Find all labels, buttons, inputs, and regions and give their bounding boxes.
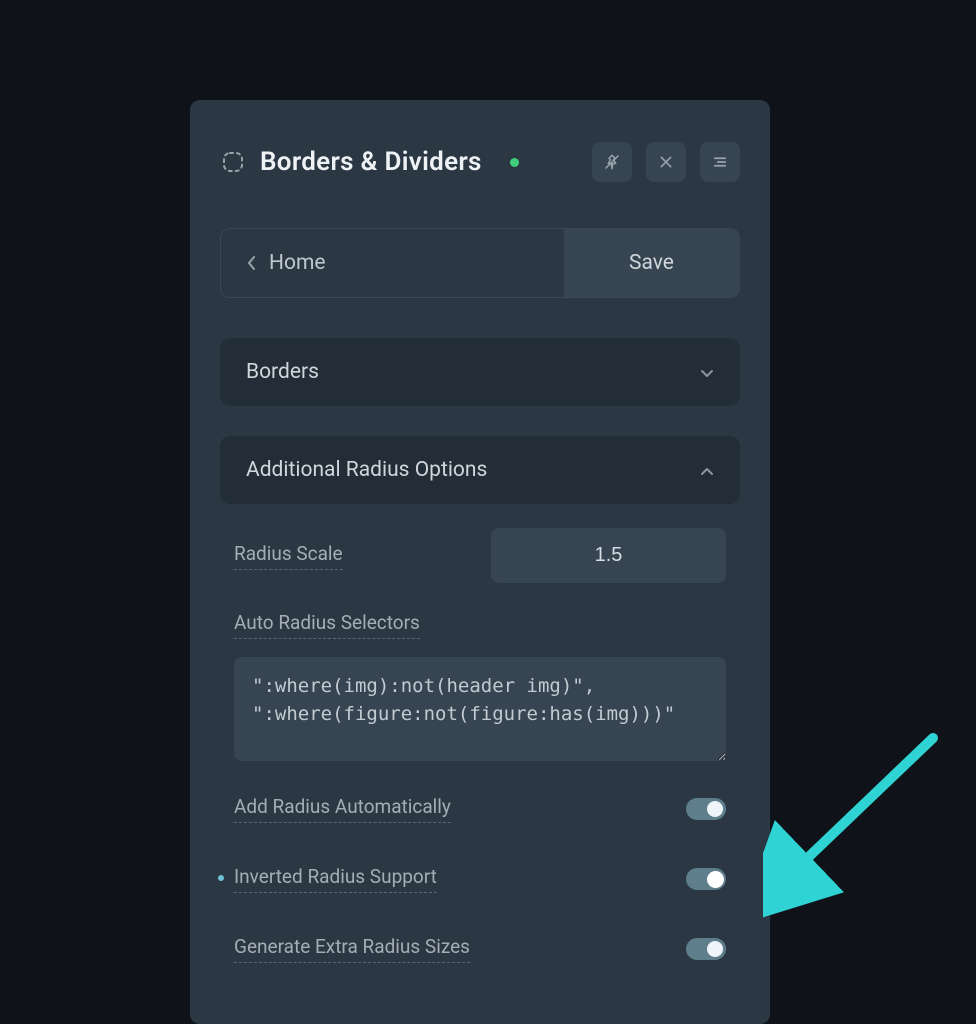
panel-icon: [220, 149, 246, 175]
panel-header: Borders & Dividers: [220, 142, 740, 182]
field-inverted-radius: Inverted Radius Support: [220, 865, 740, 893]
nav-row: Home Save: [220, 228, 740, 298]
chevron-down-icon: [700, 360, 714, 384]
inverted-radius-toggle[interactable]: [686, 868, 726, 890]
extra-radius-sizes-toggle[interactable]: [686, 938, 726, 960]
field-add-radius-auto: Add Radius Automatically: [220, 795, 740, 823]
accordion-borders[interactable]: Borders: [220, 338, 740, 406]
auto-selectors-textarea[interactable]: [234, 657, 726, 761]
field-extra-radius-sizes: Generate Extra Radius Sizes: [220, 935, 740, 963]
panel-title: Borders & Dividers: [260, 147, 482, 177]
field-radius-scale: Radius Scale: [220, 528, 740, 583]
radius-scale-input[interactable]: [491, 528, 726, 583]
accordion-additional-radius[interactable]: Additional Radius Options: [220, 436, 740, 504]
accordion-borders-label: Borders: [246, 360, 319, 384]
accordion-additional-radius-label: Additional Radius Options: [246, 458, 487, 482]
chevron-up-icon: [700, 458, 714, 482]
close-button[interactable]: [646, 142, 686, 182]
status-indicator: [510, 158, 519, 167]
menu-button[interactable]: [700, 142, 740, 182]
pin-button[interactable]: [592, 142, 632, 182]
settings-panel: Borders & Dividers Home Save Borders Add…: [190, 100, 770, 1024]
back-home-label: Home: [269, 251, 326, 275]
radius-scale-label: Radius Scale: [234, 542, 343, 570]
save-button[interactable]: Save: [564, 229, 739, 297]
extra-radius-sizes-label: Generate Extra Radius Sizes: [234, 935, 470, 963]
annotation-arrow-icon: [763, 720, 963, 920]
auto-selectors-label: Auto Radius Selectors: [234, 611, 420, 639]
add-radius-auto-toggle[interactable]: [686, 798, 726, 820]
add-radius-auto-label: Add Radius Automatically: [234, 795, 451, 823]
back-home-button[interactable]: Home: [221, 229, 564, 297]
chevron-left-icon: [247, 255, 257, 271]
inverted-radius-label: Inverted Radius Support: [234, 865, 437, 893]
save-button-label: Save: [629, 251, 674, 275]
